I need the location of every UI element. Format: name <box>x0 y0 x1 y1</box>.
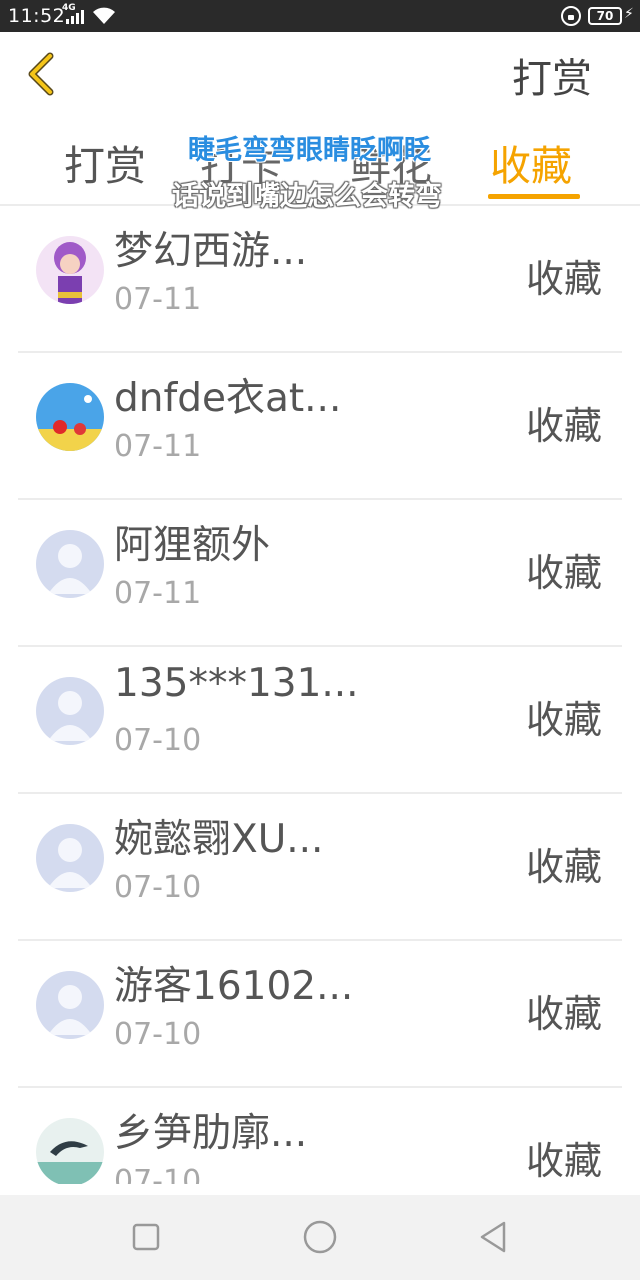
default-person-avatar <box>36 530 104 598</box>
item-date: 07-11 <box>114 282 202 317</box>
tulip-sky-avatar <box>36 383 104 451</box>
tab-favorites[interactable]: 收藏 <box>490 132 572 192</box>
item-action: 收藏 <box>525 404 602 448</box>
tab-reward[interactable]: 打赏 <box>64 132 146 192</box>
top-header: 打赏 <box>0 32 640 122</box>
item-date: 07-11 <box>114 576 202 611</box>
item-name: 游客16102... <box>114 964 354 1009</box>
fantasy-girl-avatar <box>36 236 104 304</box>
status-bar: 11:52 4G 70 ⚡ <box>0 0 640 32</box>
battery-icon: 70 <box>588 7 622 25</box>
list-item[interactable]: 135***131... 07-10 收藏 <box>0 647 640 794</box>
default-person-avatar <box>36 677 104 745</box>
item-action: 收藏 <box>525 1139 602 1183</box>
recent-apps-icon[interactable] <box>126 1217 166 1257</box>
list-item[interactable]: dnfde衣at... 07-11 收藏 <box>0 353 640 500</box>
charging-icon: ⚡ <box>624 6 634 22</box>
item-name: 梦幻西游... <box>114 229 308 274</box>
back-triangle-icon[interactable] <box>474 1217 514 1257</box>
status-time: 11:52 <box>8 5 66 27</box>
item-action: 收藏 <box>525 551 602 595</box>
item-action: 收藏 <box>525 992 602 1036</box>
item-name: dnfde衣at... <box>114 376 342 421</box>
item-name: 乡笋肋廓... <box>114 1111 308 1156</box>
list-item[interactable]: 梦幻西游... 07-11 收藏 <box>0 206 640 353</box>
item-action: 收藏 <box>525 698 602 742</box>
item-date: 07-10 <box>114 870 202 905</box>
system-nav-bar <box>0 1195 640 1280</box>
item-name: 135***131... <box>114 661 359 706</box>
list-item[interactable]: 乡笋肋廓... 07-10 收藏 <box>0 1088 640 1184</box>
list-item[interactable]: 阿狸额外 07-11 收藏 <box>0 500 640 647</box>
list-item[interactable]: 游客16102... 07-10 收藏 <box>0 941 640 1088</box>
item-date: 07-10 <box>114 723 202 758</box>
item-action: 收藏 <box>525 257 602 301</box>
signal-icon <box>66 8 86 24</box>
back-arrow-icon[interactable] <box>20 50 64 98</box>
item-action: 收藏 <box>525 845 602 889</box>
list-item[interactable]: 婉懿翾XU... 07-10 收藏 <box>0 794 640 941</box>
item-name: 婉懿翾XU... <box>114 817 324 862</box>
overlay-text-line1: 睫毛弯弯眼睛眨啊眨 <box>188 135 431 166</box>
item-date: 07-10 <box>114 1164 202 1184</box>
default-person-avatar <box>36 824 104 892</box>
home-icon[interactable] <box>300 1217 340 1257</box>
dolphin-sea-avatar <box>36 1118 104 1184</box>
item-name: 阿狸额外 <box>114 523 271 568</box>
rotation-lock-icon <box>561 6 581 26</box>
wifi-icon <box>93 7 115 24</box>
default-person-avatar <box>36 971 104 1039</box>
active-tab-indicator <box>488 194 580 199</box>
item-date: 07-10 <box>114 1017 202 1052</box>
header-title[interactable]: 打赏 <box>512 46 592 104</box>
favorites-list: 梦幻西游... 07-11 收藏 dnfde衣at... 07-11 收藏 阿狸… <box>0 206 640 1184</box>
item-date: 07-11 <box>114 429 202 464</box>
